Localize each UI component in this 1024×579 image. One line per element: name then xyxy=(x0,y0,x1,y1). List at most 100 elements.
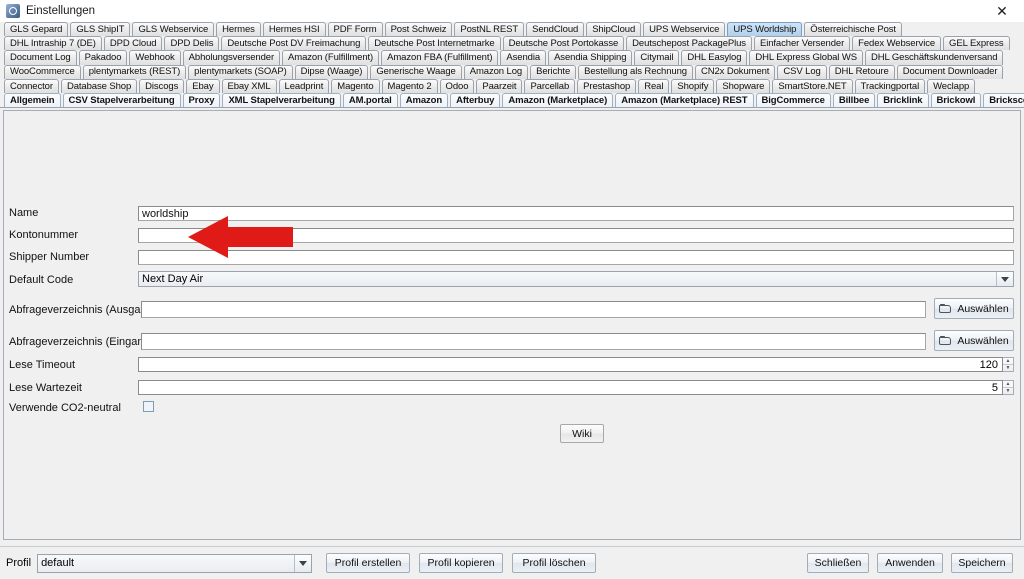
spinner-lese-wartezeit[interactable]: 5 ▲ ▼ xyxy=(138,380,1014,395)
tab-plentymarkets-rest[interactable]: plentymarkets (REST) xyxy=(82,64,187,79)
tab-document-downloader[interactable]: Document Downloader xyxy=(896,64,1004,79)
tab-sendcloud[interactable]: SendCloud xyxy=(526,22,585,37)
tab-gel-express[interactable]: GEL Express xyxy=(943,36,1010,51)
spinner-down-icon[interactable]: ▼ xyxy=(1003,365,1013,371)
tab-ups-webservice[interactable]: UPS Webservice xyxy=(643,22,726,37)
tab-odoo[interactable]: Odoo xyxy=(439,78,475,93)
tab-billbee[interactable]: Billbee xyxy=(832,92,876,108)
save-button[interactable]: Speichern xyxy=(951,553,1013,573)
close-button[interactable]: Schließen xyxy=(807,553,869,573)
select-profile[interactable]: default xyxy=(37,553,313,573)
tab-magento[interactable]: Magento xyxy=(331,78,380,93)
tab-gls-shipit[interactable]: GLS ShipIT xyxy=(70,22,131,37)
tab-dpd-delis[interactable]: DPD Delis xyxy=(164,36,220,51)
browse-button-ausgang[interactable]: Auswählen xyxy=(934,298,1014,319)
browse-button-eingang[interactable]: Auswählen xyxy=(934,330,1014,351)
tab-dipse-waage[interactable]: Dipse (Waage) xyxy=(294,64,369,79)
create-profile-button[interactable]: Profil erstellen xyxy=(326,553,411,573)
tab-fedex-webservice[interactable]: Fedex Webservice xyxy=(852,36,942,51)
tab-xml-stapelverarbeitung[interactable]: XML Stapelverarbeitung xyxy=(222,92,341,108)
tab-real[interactable]: Real xyxy=(638,78,670,93)
select-default-code[interactable]: Next Day Air xyxy=(138,271,1014,287)
spinner-up-icon[interactable]: ▲ xyxy=(1003,381,1013,388)
spinner-lese-wartezeit-buttons[interactable]: ▲ ▼ xyxy=(1003,380,1014,395)
tab-trackingportal[interactable]: Trackingportal xyxy=(854,78,926,93)
tab-plentymarkets-soap[interactable]: plentymarkets (SOAP) xyxy=(188,64,293,79)
tab-hermes[interactable]: Hermes xyxy=(216,22,261,37)
tab-bestellung-als-rechnung[interactable]: Bestellung als Rechnung xyxy=(578,64,693,79)
tab-database-shop[interactable]: Database Shop xyxy=(60,78,138,93)
tab-brickscout[interactable]: Brickscout xyxy=(983,92,1024,108)
tab-paarzeit[interactable]: Paarzeit xyxy=(476,78,523,93)
tab-shopify[interactable]: Shopify xyxy=(671,78,715,93)
tab-pakadoo[interactable]: Pakadoo xyxy=(78,50,128,65)
tab-brickowl[interactable]: Brickowl xyxy=(930,92,982,108)
tab-deutsche-post-dv-freimachung[interactable]: Deutsche Post DV Freimachung xyxy=(221,36,367,51)
input-shipper-number[interactable] xyxy=(138,250,1014,265)
chevron-down-icon[interactable] xyxy=(294,554,312,572)
tab-einfacher-versender[interactable]: Einfacher Versender xyxy=(753,36,851,51)
tab-afterbuy[interactable]: Afterbuy xyxy=(450,92,501,108)
tab-dhl-intraship-7-de[interactable]: DHL Intraship 7 (DE) xyxy=(4,36,102,51)
tab-amazon-marketplace[interactable]: Amazon (Marketplace) xyxy=(502,92,614,108)
tab-berichte[interactable]: Berichte xyxy=(530,64,577,79)
spinner-lese-timeout[interactable]: 120 ▲ ▼ xyxy=(138,357,1014,372)
input-abfrage-eingang[interactable] xyxy=(141,333,926,350)
spinner-lese-timeout-buttons[interactable]: ▲ ▼ xyxy=(1003,357,1014,372)
tab-magento-2[interactable]: Magento 2 xyxy=(381,78,438,93)
tab-ups-worldship[interactable]: UPS Worldship xyxy=(727,22,803,37)
tab-post-schweiz[interactable]: Post Schweiz xyxy=(384,22,453,37)
spinner-lese-timeout-value[interactable]: 120 xyxy=(138,357,1003,372)
tab-sterreichische-post[interactable]: Österreichische Post xyxy=(804,22,902,37)
tab-dhl-express-global-ws[interactable]: DHL Express Global WS xyxy=(749,50,863,65)
spinner-lese-wartezeit-value[interactable]: 5 xyxy=(138,380,1003,395)
chevron-down-icon[interactable] xyxy=(996,272,1013,286)
tab-leadprint[interactable]: Leadprint xyxy=(278,78,330,93)
tab-connector[interactable]: Connector xyxy=(4,78,59,93)
copy-profile-button[interactable]: Profil kopieren xyxy=(419,553,504,573)
checkbox-co2-neutral[interactable] xyxy=(143,401,154,412)
tab-dhl-retoure[interactable]: DHL Retoure xyxy=(828,64,895,79)
tab-bigcommerce[interactable]: BigCommerce xyxy=(755,92,831,108)
apply-button[interactable]: Anwenden xyxy=(877,553,943,573)
tab-bricklink[interactable]: Bricklink xyxy=(877,92,929,108)
tab-asendia-shipping[interactable]: Asendia Shipping xyxy=(548,50,633,65)
tab-gls-gepard[interactable]: GLS Gepard xyxy=(4,22,69,37)
tab-smartstore-net[interactable]: SmartStore.NET xyxy=(772,78,853,93)
input-abfrage-ausgang[interactable] xyxy=(141,301,926,318)
tab-shopware[interactable]: Shopware xyxy=(716,78,771,93)
tab-csv-log[interactable]: CSV Log xyxy=(777,64,827,79)
tab-amazon-fba-fulfillment[interactable]: Amazon FBA (Fulfillment) xyxy=(381,50,499,65)
tab-asendia[interactable]: Asendia xyxy=(500,50,547,65)
tab-citymail[interactable]: Citymail xyxy=(634,50,680,65)
tab-woocommerce[interactable]: WooCommerce xyxy=(4,64,81,79)
tab-ebay[interactable]: Ebay xyxy=(186,78,220,93)
tab-gls-webservice[interactable]: GLS Webservice xyxy=(132,22,215,37)
input-kontonummer[interactable] xyxy=(138,228,1014,243)
tab-webhook[interactable]: Webhook xyxy=(129,50,181,65)
tab-hermes-hsi[interactable]: Hermes HSI xyxy=(262,22,326,37)
tab-deutschepost-packageplus[interactable]: Deutschepost PackagePlus xyxy=(626,36,752,51)
delete-profile-button[interactable]: Profil löschen xyxy=(512,553,597,573)
tab-am-portal[interactable]: AM.portal xyxy=(342,92,398,108)
tab-abholungsversender[interactable]: Abholungsversender xyxy=(182,50,281,65)
tab-deutsche-post-internetmarke[interactable]: Deutsche Post Internetmarke xyxy=(368,36,501,51)
tab-allgemein[interactable]: Allgemein xyxy=(4,92,61,108)
spinner-up-icon[interactable]: ▲ xyxy=(1003,358,1013,365)
close-icon[interactable]: ✕ xyxy=(980,0,1024,22)
tab-amazon-marketplace-rest[interactable]: Amazon (Marketplace) REST xyxy=(615,92,754,108)
tab-dpd-cloud[interactable]: DPD Cloud xyxy=(103,36,163,51)
tab-amazon[interactable]: Amazon xyxy=(399,92,449,108)
input-name[interactable]: worldship xyxy=(138,206,1014,221)
spinner-down-icon[interactable]: ▼ xyxy=(1003,388,1013,394)
tab-proxy[interactable]: Proxy xyxy=(182,92,221,108)
tab-dhl-easylog[interactable]: DHL Easylog xyxy=(681,50,748,65)
tab-postnl-rest[interactable]: PostNL REST xyxy=(454,22,525,37)
tab-prestashop[interactable]: Prestashop xyxy=(577,78,637,93)
tab-weclapp[interactable]: Weclapp xyxy=(927,78,976,93)
tab-shipcloud[interactable]: ShipCloud xyxy=(586,22,642,37)
tab-parcellab[interactable]: Parcellab xyxy=(524,78,576,93)
tab-discogs[interactable]: Discogs xyxy=(139,78,185,93)
tab-dhl-gesch-ftskundenversand[interactable]: DHL Geschäftskundenversand xyxy=(864,50,1004,65)
wiki-button[interactable]: Wiki xyxy=(560,424,604,443)
